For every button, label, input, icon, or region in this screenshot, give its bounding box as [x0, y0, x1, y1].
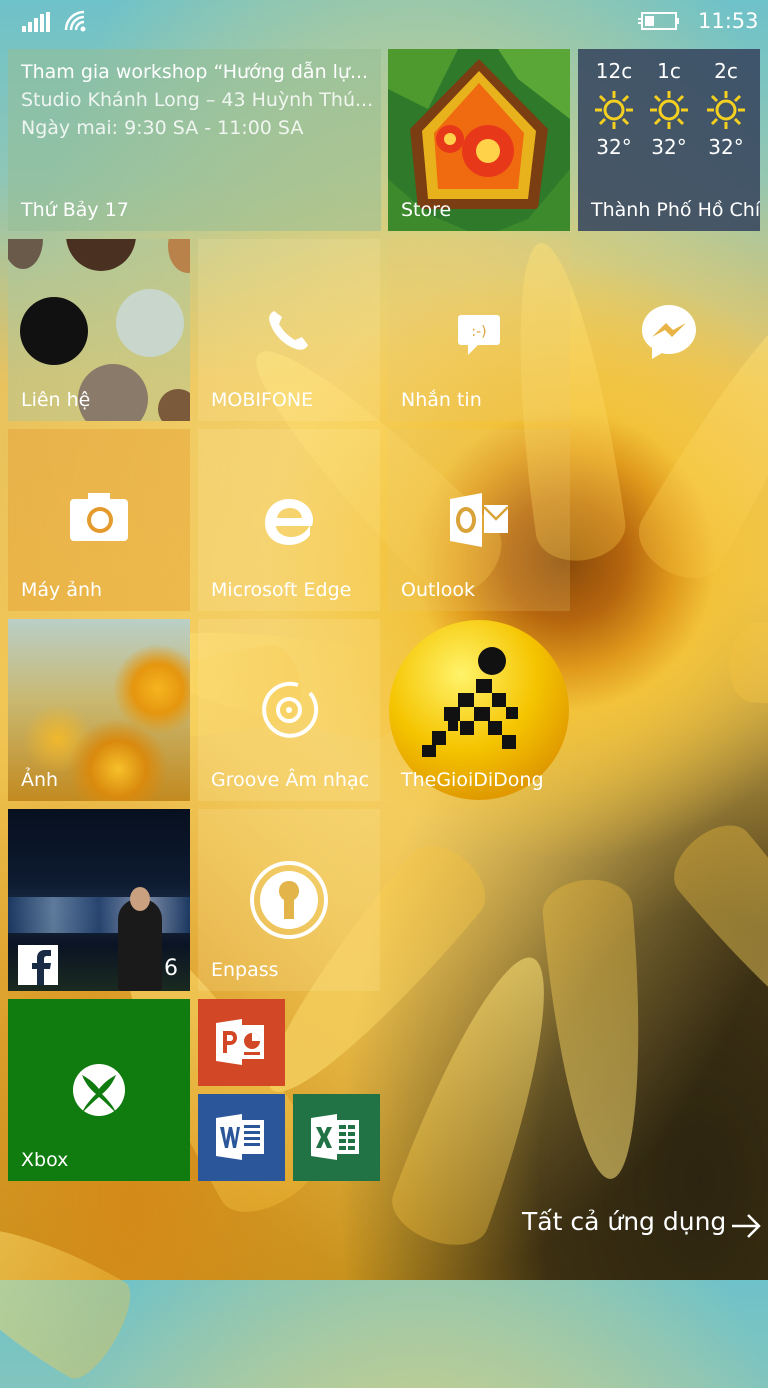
- enpass-key-icon: [250, 861, 328, 939]
- sun-icon: [650, 91, 688, 129]
- xbox-label: Xbox: [21, 1149, 69, 1171]
- city-lights-photo: [8, 897, 190, 933]
- word-icon: [216, 1114, 264, 1160]
- clock: 11:53: [698, 9, 759, 33]
- contact-photo: [116, 289, 184, 357]
- outlook-tile[interactable]: Outlook: [388, 429, 570, 611]
- thegioididong-tile[interactable]: TheGioiDiDong: [388, 619, 570, 801]
- signal-strength-icon: [22, 12, 50, 32]
- facebook-tile[interactable]: 6: [8, 809, 190, 991]
- contact-photo: [8, 239, 43, 269]
- enpass-label: Enpass: [211, 959, 279, 981]
- battery-charging-icon: [638, 12, 679, 30]
- contact-photo: [168, 239, 190, 273]
- messenger-icon: [642, 305, 696, 359]
- contacts-label: Liên hệ: [21, 389, 91, 411]
- groove-music-label: Groove Âm nhạc: [211, 769, 370, 791]
- message-icon: :-): [458, 315, 500, 355]
- sun-icon: [595, 91, 633, 129]
- weather-hour-1: 12c 32°: [588, 59, 640, 159]
- contact-photo: [66, 239, 136, 271]
- store-label: Store: [401, 199, 452, 221]
- xbox-icon: [73, 1064, 125, 1116]
- contacts-tile[interactable]: Liên hệ: [8, 239, 190, 421]
- phone-label: MOBIFONE: [211, 389, 314, 411]
- calendar-date: Thứ Bảy 17: [21, 199, 129, 221]
- phone-tile[interactable]: MOBIFONE: [198, 239, 380, 421]
- outlook-icon: [450, 493, 509, 547]
- photos-tile[interactable]: Ảnh: [8, 619, 190, 801]
- photos-label: Ảnh: [21, 769, 59, 791]
- edge-tile[interactable]: Microsoft Edge: [198, 429, 380, 611]
- xbox-tile[interactable]: Xbox: [8, 999, 190, 1181]
- facebook-icon: [18, 945, 58, 985]
- arrow-right-icon[interactable]: [730, 1210, 762, 1242]
- weather-temp: 32°: [596, 135, 632, 159]
- weather-tile[interactable]: 12c 32° 1c 32° 2c 32° Thành Phố Hồ Chí: [578, 49, 760, 231]
- event-time: Ngày mai: 9:30 SA - 11:00 SA: [21, 117, 304, 139]
- person-head: [130, 887, 150, 911]
- weather-hour-label: 1c: [657, 59, 681, 83]
- all-apps-link[interactable]: Tất cả ứng dụng: [522, 1207, 726, 1236]
- weather-hour-3: 2c 32°: [700, 59, 752, 159]
- status-bar: 11:53: [0, 0, 768, 44]
- phone-icon: [269, 311, 308, 350]
- word-tile[interactable]: [198, 1094, 285, 1181]
- weather-hour-label: 12c: [595, 59, 633, 83]
- wifi-icon: [64, 10, 86, 32]
- messaging-label: Nhắn tin: [401, 389, 482, 411]
- groove-music-icon: [262, 681, 319, 738]
- edge-icon: [265, 499, 313, 545]
- messaging-tile[interactable]: :-) Nhắn tin: [388, 239, 570, 421]
- svg-text::-): :-): [471, 324, 486, 340]
- weather-temp: 32°: [708, 135, 744, 159]
- event-title: Tham gia workshop “Hướng dẫn lự...: [21, 61, 369, 83]
- weather-city: Thành Phố Hồ Chí: [591, 199, 760, 221]
- facebook-notification-count: 6: [164, 956, 178, 981]
- weather-hour-2: 1c 32°: [643, 59, 695, 159]
- contact-photo: [20, 297, 88, 365]
- groove-music-tile[interactable]: Groove Âm nhạc: [198, 619, 380, 801]
- excel-tile[interactable]: [293, 1094, 380, 1181]
- edge-label: Microsoft Edge: [211, 579, 352, 601]
- powerpoint-tile[interactable]: [198, 999, 285, 1086]
- enpass-tile[interactable]: Enpass: [198, 809, 380, 991]
- sun-icon: [707, 91, 745, 129]
- contact-photo: [158, 389, 190, 421]
- store-tile[interactable]: Store: [388, 49, 570, 231]
- camera-icon: [70, 493, 128, 541]
- powerpoint-icon: [216, 1019, 264, 1065]
- camera-tile[interactable]: Máy ảnh: [8, 429, 190, 611]
- weather-hour-label: 2c: [714, 59, 738, 83]
- weather-temp: 32°: [651, 135, 687, 159]
- outlook-label: Outlook: [401, 579, 475, 601]
- messenger-tile[interactable]: [578, 239, 760, 421]
- event-location: Studio Khánh Long – 43 Huỳnh Thú...: [21, 89, 374, 111]
- thegioididong-label: TheGioiDiDong: [401, 769, 544, 791]
- excel-icon: [311, 1114, 359, 1160]
- person-silhouette: [118, 899, 162, 991]
- camera-label: Máy ảnh: [21, 579, 103, 601]
- calendar-tile[interactable]: Tham gia workshop “Hướng dẫn lự... Studi…: [8, 49, 381, 231]
